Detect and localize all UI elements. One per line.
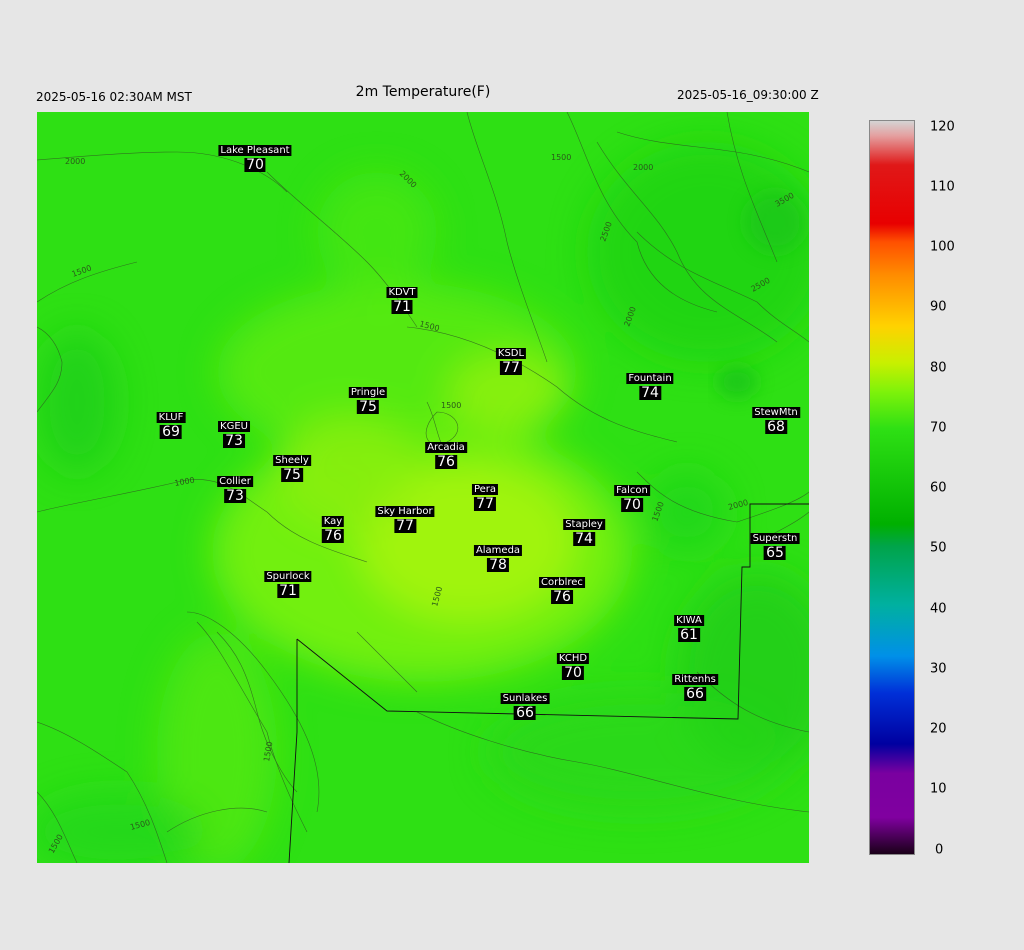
station-kiwa: KIWA 61 [674, 610, 704, 642]
station-value: 66 [684, 686, 706, 702]
station-stewmtn: StewMtn 68 [752, 402, 800, 434]
station-value: 74 [573, 531, 595, 547]
station-value: 76 [435, 454, 457, 470]
station-name: Stapley [563, 519, 605, 530]
station-alameda: Alameda 78 [473, 540, 523, 573]
colorbar-tick: 70 [930, 420, 947, 436]
station-name: Alameda [473, 545, 523, 556]
contour-label: 2000 [633, 163, 653, 172]
station-value: 77 [394, 518, 416, 534]
station-value: 77 [500, 360, 522, 376]
utc-time-label: 2025-05-16_09:30:00 Z [677, 88, 819, 102]
station-value: 68 [765, 419, 787, 435]
station-name: Rittenhs [672, 674, 718, 685]
colorbar-tick: 60 [930, 480, 947, 496]
station-value: 70 [244, 157, 266, 173]
station-value: 73 [224, 488, 246, 504]
station-value: 73 [223, 433, 245, 449]
station-kay: Kay 76 [321, 511, 345, 544]
station-sheely: Sheely 75 [273, 450, 311, 482]
contour-label: 1500 [551, 153, 571, 162]
colorbar-tick: 30 [930, 661, 947, 677]
station-value: 70 [562, 665, 584, 681]
station-name: Collier [217, 476, 253, 487]
station-value: 77 [474, 496, 496, 512]
station-name: Falcon [614, 485, 650, 496]
temperature-map: 2000 2000 1500 2000 2500 2500 2000 3500 … [37, 112, 809, 863]
station-name: StewMtn [752, 407, 800, 418]
colorbar-tick: 20 [930, 721, 947, 737]
station-spurlock: Spurlock 71 [264, 566, 312, 599]
station-name: Sky Harbor [375, 506, 435, 517]
colorbar-tick: 100 [930, 239, 955, 255]
station-arcadia: Arcadia 76 [425, 437, 467, 469]
station-value: 71 [277, 583, 299, 599]
station-name: Spurlock [264, 571, 312, 582]
station-kgeu: KGEU 73 [218, 416, 250, 448]
station-kluf: KLUF 69 [156, 407, 186, 440]
station-name: Superstn [750, 533, 800, 544]
station-value: 61 [678, 627, 700, 643]
station-ksdl: KSDL 77 [495, 343, 527, 376]
station-name: Arcadia [425, 442, 467, 453]
station-value: 69 [160, 424, 182, 440]
station-kchd: KCHD 70 [556, 648, 590, 681]
station-name: Fountain [626, 373, 674, 384]
colorbar-tick: 10 [930, 781, 947, 797]
station-name: KLUF [156, 412, 186, 423]
station-name: KSDL [495, 348, 527, 359]
station-name: KCHD [556, 653, 590, 664]
station-superstn: Superstn 65 [750, 528, 800, 561]
station-lake-pleasant: Lake Pleasant 70 [218, 140, 292, 173]
station-name: Kay [321, 516, 345, 527]
station-name: KIWA [674, 615, 704, 626]
station-sunlakes: Sunlakes 66 [500, 688, 550, 721]
station-value: 78 [487, 557, 509, 573]
contour-label: 1500 [441, 401, 461, 410]
contour-label: 2000 [65, 157, 85, 166]
colorbar-tick: 120 [930, 119, 955, 135]
colorbar-tick: 40 [930, 601, 947, 617]
station-value: 66 [514, 705, 536, 721]
station-collier: Collier 73 [217, 471, 253, 503]
station-value: 70 [621, 497, 643, 513]
station-value: 76 [551, 589, 573, 605]
station-fountain: Fountain 74 [626, 368, 674, 401]
station-pera: Pera 77 [471, 479, 499, 512]
station-name: KDVT [386, 287, 418, 298]
colorbar-tick: 50 [930, 540, 947, 556]
station-value: 75 [357, 399, 379, 415]
station-falcon: Falcon 70 [614, 480, 650, 512]
station-value: 76 [322, 528, 344, 544]
color-scale-bar [869, 120, 915, 855]
station-name: KGEU [218, 421, 250, 432]
colorbar-tick: 0 [935, 842, 944, 858]
station-value: 65 [764, 545, 786, 561]
colorbar-tick: 110 [930, 179, 955, 195]
station-name: Corblrec [539, 577, 585, 588]
station-value: 74 [639, 385, 661, 401]
colorbar-tick: 80 [930, 360, 947, 376]
station-sky-harbor: Sky Harbor 77 [375, 501, 435, 534]
station-corblrec: Corblrec 76 [539, 572, 585, 604]
station-rittenhs: Rittenhs 66 [672, 669, 718, 701]
station-name: Sheely [273, 455, 311, 466]
station-value: 71 [391, 299, 413, 315]
station-stapley: Stapley 74 [563, 514, 605, 546]
station-name: Sunlakes [500, 693, 550, 704]
colorbar-tick: 90 [930, 299, 947, 315]
station-name: Pera [471, 484, 499, 495]
station-pringle: Pringle 75 [348, 382, 388, 415]
map-field: 2000 2000 1500 2000 2500 2500 2000 3500 … [37, 112, 809, 863]
station-name: Pringle [348, 387, 388, 398]
station-name: Lake Pleasant [218, 145, 292, 156]
station-kdvt: KDVT 71 [386, 282, 418, 315]
station-value: 75 [281, 467, 303, 483]
